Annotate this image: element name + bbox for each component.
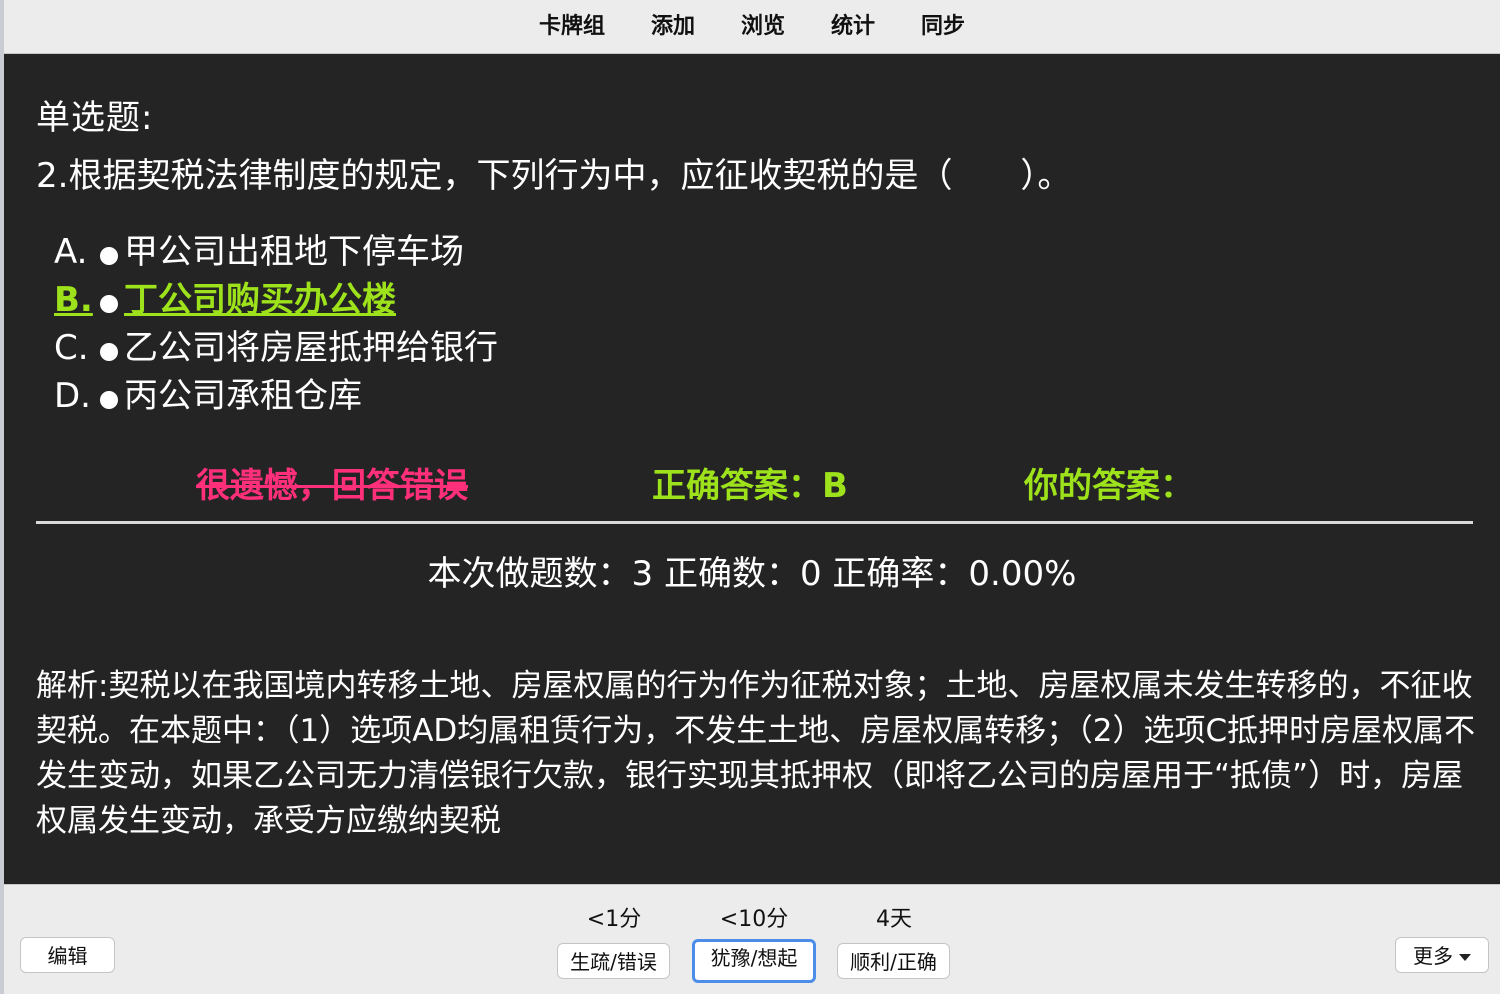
- nav-stats[interactable]: 统计: [808, 0, 898, 53]
- option-letter: D.: [54, 376, 91, 416]
- your-answer: 你的答案：: [1024, 466, 1194, 506]
- answer-hard-button[interactable]: 犹豫/想起: [692, 939, 816, 983]
- result-row: 很遗憾，回答错误 正确答案：B 你的答案：: [4, 458, 1500, 506]
- option-text: 甲公司出租地下停车场: [124, 232, 464, 272]
- option-d: D. 丙公司承租仓库: [54, 372, 498, 420]
- bullet-icon: [100, 295, 118, 313]
- answer-again-button[interactable]: 生疏/错误: [557, 943, 670, 979]
- option-c: C. 乙公司将房屋抵押给银行: [54, 324, 498, 372]
- timing-again: <1分: [586, 907, 642, 932]
- option-a: A. 甲公司出租地下停车场: [54, 228, 498, 276]
- nav-sync[interactable]: 同步: [898, 0, 988, 53]
- more-button[interactable]: 更多: [1395, 937, 1489, 973]
- option-letter: C.: [54, 328, 89, 368]
- option-letter: A.: [54, 232, 88, 272]
- options-list: A. 甲公司出租地下停车场 B. 丁公司购买办公楼 C. 乙公司将房屋抵押给银行 D.…: [54, 228, 498, 420]
- bullet-icon: [100, 247, 118, 265]
- analysis-text: 解析:契税以在我国境内转移土地、房屋权属的行为作为征税对象；土地、房屋权属未发生…: [36, 668, 1476, 839]
- timing-hard: <10分: [719, 907, 789, 932]
- correct-answer: 正确答案：B: [652, 466, 848, 506]
- answer-good-button[interactable]: 顺利/正确: [837, 943, 950, 979]
- bullet-icon: [100, 391, 118, 409]
- divider: [36, 521, 1473, 524]
- option-letter: B.: [54, 280, 93, 320]
- question-text: 2.根据契税法律制度的规定，下列行为中，应征收契税的是（ ）。: [36, 156, 1072, 196]
- option-b-correct: B. 丁公司购买办公楼: [54, 276, 498, 324]
- bottom-bar: 编辑 <1分 <10分 4天 生疏/错误 犹豫/想起 顺利/正确 更多: [4, 884, 1500, 994]
- chevron-down-icon: [1459, 954, 1471, 961]
- option-text: 丙公司承租仓库: [124, 376, 362, 416]
- nav-decks[interactable]: 卡牌组: [516, 0, 628, 53]
- more-label: 更多: [1413, 944, 1453, 968]
- top-toolbar: 卡牌组 添加 浏览 统计 同步: [4, 0, 1500, 54]
- timing-good: 4天: [876, 907, 912, 932]
- card-content: 单选题: 2.根据契税法律制度的规定，下列行为中，应征收契税的是（ ）。 A. 甲…: [4, 54, 1500, 884]
- result-wrong-message: 很遗憾，回答错误: [196, 466, 468, 506]
- session-stats: 本次做题数：3 正确数：0 正确率：0.00%: [427, 554, 1077, 594]
- edit-button[interactable]: 编辑: [20, 937, 115, 973]
- option-text: 乙公司将房屋抵押给银行: [124, 328, 498, 368]
- question-type: 单选题:: [36, 98, 154, 138]
- nav-browse[interactable]: 浏览: [718, 0, 808, 53]
- bullet-icon: [100, 343, 118, 361]
- option-text: 丁公司购买办公楼: [124, 280, 396, 320]
- nav-add[interactable]: 添加: [628, 0, 718, 53]
